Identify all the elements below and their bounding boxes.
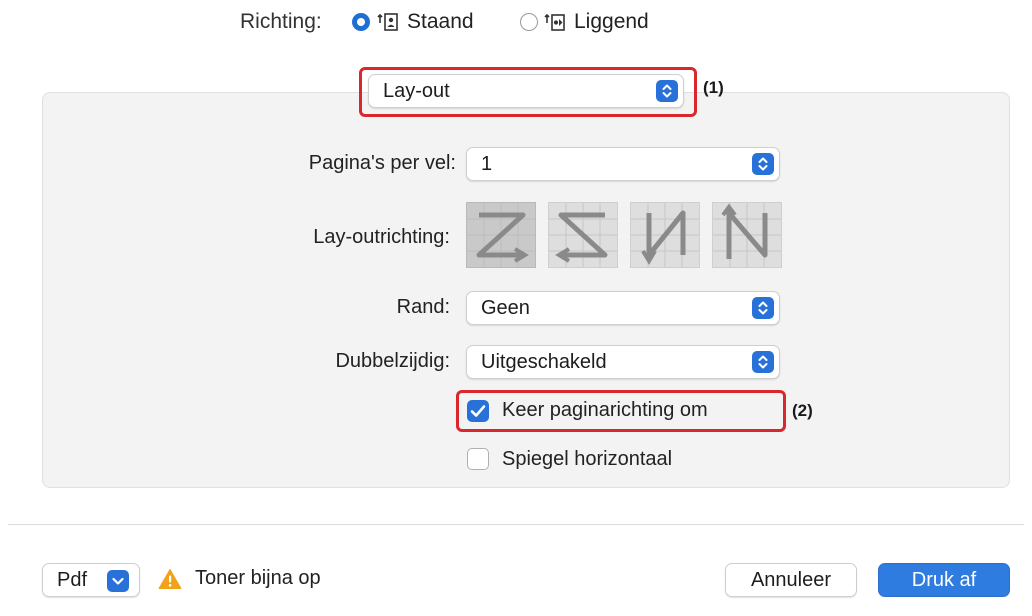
landscape-label[interactable]: Liggend [574,8,649,36]
callout-2: (2) [792,401,813,420]
layout-direction-reverse-z[interactable] [548,202,618,268]
section-select[interactable]: Lay-out [368,74,684,108]
chevron-down-icon [107,570,129,592]
chevron-updown-icon [752,351,774,373]
border-select[interactable]: Geen [466,291,780,325]
cancel-button[interactable]: Annuleer [725,563,857,597]
print-button[interactable]: Druk af [878,563,1010,597]
landscape-radio[interactable] [520,13,538,31]
flip-horizontal-checkbox[interactable] [467,448,489,470]
warning-text: Toner bijna op [195,567,321,589]
chevron-updown-icon [752,297,774,319]
checkmark-icon [470,405,486,417]
flip-horizontal-label[interactable]: Spiegel horizontaal [502,448,672,471]
two-sided-select[interactable]: Uitgeschakeld [466,345,780,379]
footer-divider [8,524,1024,525]
layout-direction-n[interactable] [712,202,782,268]
reverse-n-direction-icon [631,203,699,267]
reverse-orientation-checkbox[interactable] [467,400,489,422]
portrait-icon [377,13,398,31]
portrait-label[interactable]: Staand [407,8,474,36]
chevron-updown-icon [656,80,678,102]
warning-icon [158,569,182,589]
layout-direction-label: Lay-outrichting: [313,226,450,248]
portrait-radio[interactable] [352,13,370,31]
reverse-z-direction-icon [549,203,617,267]
callout-1: (1) [703,78,724,97]
border-label: Rand: [396,296,450,318]
section-select-value: Lay-out [383,80,450,102]
n-direction-icon [713,203,781,267]
layout-direction-reverse-n[interactable] [630,202,700,268]
pages-per-sheet-value: 1 [481,153,493,175]
layout-direction-z[interactable] [466,202,536,268]
border-value: Geen [481,297,530,319]
pdf-menu-button[interactable]: Pdf [42,563,140,597]
pages-per-sheet-select[interactable]: 1 [466,147,780,181]
pages-per-sheet-label: Pagina's per vel: [308,152,456,174]
two-sided-value: Uitgeschakeld [481,351,607,373]
orientation-label: Richting: [240,10,322,33]
two-sided-label: Dubbelzijdig: [335,350,450,372]
reverse-orientation-label[interactable]: Keer paginarichting om [502,399,708,422]
landscape-icon [544,13,565,31]
pdf-label: Pdf [57,569,88,591]
z-direction-icon [467,203,535,267]
chevron-updown-icon [752,153,774,175]
